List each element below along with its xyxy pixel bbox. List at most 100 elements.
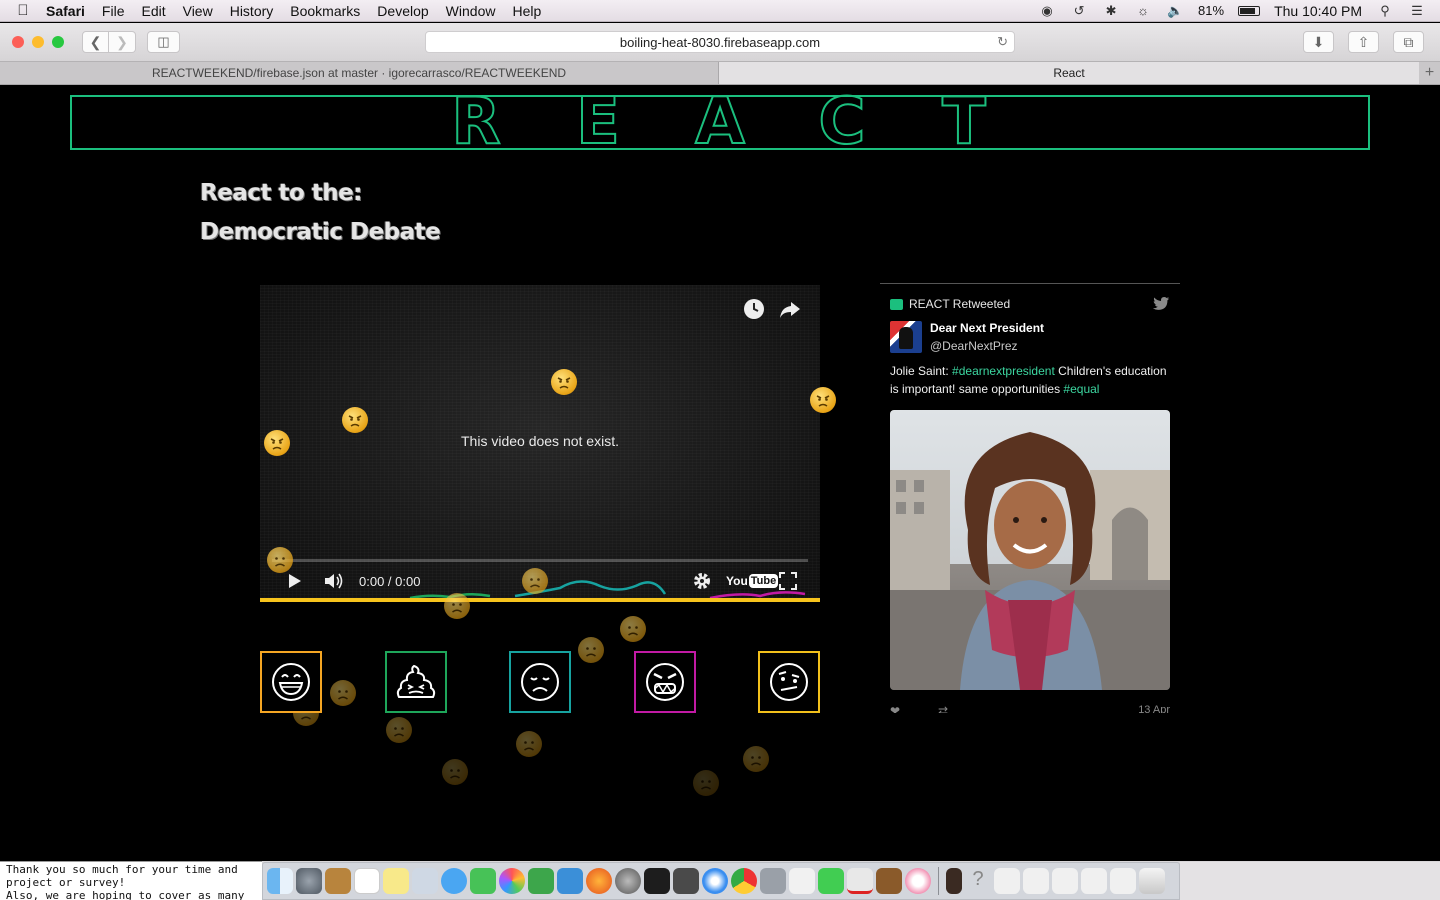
reload-icon[interactable]: ↻	[997, 34, 1008, 50]
tweet-date[interactable]: 13 Apr	[1138, 704, 1170, 713]
tweet-author-handle[interactable]: @DearNextPrez	[930, 339, 1018, 353]
react-poop-button[interactable]	[385, 651, 447, 713]
plus-icon: +	[1424, 64, 1435, 81]
itunes-icon[interactable]	[905, 868, 931, 894]
time-machine-icon[interactable]: ↺	[1070, 3, 1088, 18]
floating-sad-emoji	[620, 616, 646, 642]
folder-stack-icon[interactable]	[994, 868, 1020, 894]
tab-react[interactable]: React	[719, 62, 1419, 84]
launchpad-icon[interactable]	[296, 868, 322, 894]
keynote-icon[interactable]	[557, 868, 583, 894]
system-preferences-icon[interactable]	[615, 868, 641, 894]
desktop-background-right	[1180, 862, 1440, 900]
share-button[interactable]: ⇧	[1348, 31, 1379, 53]
clock[interactable]: Thu 10:40 PM	[1274, 3, 1362, 19]
skeptical-face-icon	[770, 663, 808, 701]
numbers-icon[interactable]	[528, 868, 554, 894]
retweet-badge-icon	[890, 298, 903, 310]
reaction-timeline-bar	[260, 598, 820, 602]
help-icon[interactable]: ?	[965, 868, 991, 894]
books-icon[interactable]	[876, 868, 902, 894]
messages-icon[interactable]	[441, 868, 467, 894]
qt-creator-icon[interactable]	[818, 868, 844, 894]
battery-icon[interactable]	[1238, 5, 1261, 16]
avatar[interactable]	[890, 321, 922, 353]
retweet-icon[interactable]: ⇄	[938, 704, 948, 713]
folder-stack-icon[interactable]	[1110, 868, 1136, 894]
trash-icon[interactable]	[1139, 868, 1165, 894]
terminal-line: Thank you so much for your time and	[6, 863, 238, 876]
notification-center-icon[interactable]: ☰	[1408, 3, 1426, 18]
forward-button[interactable]: ❯	[109, 31, 136, 53]
folder-stack-icon[interactable]	[1052, 868, 1078, 894]
hashtag-link[interactable]: #dearnextpresident	[952, 364, 1055, 378]
video-progress-track[interactable]	[272, 559, 808, 562]
react-skeptical-button[interactable]	[758, 651, 820, 713]
calendar-icon[interactable]	[354, 868, 380, 894]
notes-icon[interactable]	[383, 868, 409, 894]
phone-icon[interactable]	[946, 868, 962, 894]
menu-bookmarks[interactable]: Bookmarks	[290, 3, 360, 19]
new-tab-button[interactable]: +	[1419, 62, 1440, 84]
minimize-window-button[interactable]	[32, 36, 44, 48]
menu-help[interactable]: Help	[512, 3, 541, 19]
menu-develop[interactable]: Develop	[377, 3, 428, 19]
address-bar[interactable]: boiling-heat-8030.firebaseapp.com ↻	[425, 31, 1015, 53]
safari-icon[interactable]	[702, 868, 728, 894]
apple-menu-icon[interactable]: 	[0, 2, 46, 19]
terminal-icon[interactable]	[644, 868, 670, 894]
menu-app-name[interactable]: Safari	[46, 3, 85, 19]
floating-sad-emoji	[330, 680, 356, 706]
sad-face-icon	[521, 663, 559, 701]
tweet-text-prefix: Jolie Saint:	[890, 364, 953, 378]
utility-icon[interactable]	[760, 868, 786, 894]
twitter-bird-icon[interactable]	[1152, 296, 1170, 312]
menu-edit[interactable]: Edit	[141, 3, 165, 19]
contacts-icon[interactable]	[325, 868, 351, 894]
heart-icon[interactable]: ❤	[890, 704, 900, 713]
sublime-text-icon[interactable]	[673, 868, 699, 894]
tab-github[interactable]: REACTWEEKEND/firebase.json at master · i…	[0, 62, 719, 84]
sidebar-toggle-button[interactable]: ◫	[147, 31, 180, 53]
react-sad-button[interactable]	[509, 651, 571, 713]
tab-overview-button[interactable]: ⧉	[1393, 31, 1424, 53]
facetime-icon[interactable]	[470, 868, 496, 894]
creative-cloud-icon[interactable]: ◉	[1038, 3, 1056, 18]
preview-icon[interactable]	[412, 868, 438, 894]
video-player[interactable]: This video does not exist. 0:00 / 0:00 Y…	[260, 285, 820, 601]
volume-icon[interactable]: 🔈	[1166, 3, 1184, 18]
embedded-tweet[interactable]: REACT Retweeted Dear Next President @Dea…	[880, 283, 1180, 713]
wifi-icon[interactable]: ☼	[1134, 3, 1152, 18]
zoom-window-button[interactable]	[52, 36, 64, 48]
menu-view[interactable]: View	[183, 3, 213, 19]
spotlight-icon[interactable]: ⚲	[1376, 3, 1394, 18]
back-button[interactable]: ❮	[82, 31, 109, 53]
video-share-icon[interactable]	[778, 297, 802, 321]
react-logo: R E A C T	[72, 86, 1368, 159]
bluetooth-icon[interactable]: ✱	[1102, 3, 1120, 18]
menu-history[interactable]: History	[230, 3, 274, 19]
react-happy-button[interactable]	[260, 651, 322, 713]
firefox-icon[interactable]	[586, 868, 612, 894]
menu-window[interactable]: Window	[446, 3, 496, 19]
acrobat-icon[interactable]	[847, 868, 873, 894]
logo-letter-c: C	[818, 86, 867, 159]
watch-later-icon[interactable]	[742, 297, 766, 321]
hashtag-link[interactable]: #equal	[1063, 382, 1099, 396]
downloads-button[interactable]: ⬇	[1303, 31, 1334, 53]
tweet-author-name[interactable]: Dear Next President	[930, 321, 1044, 335]
sidebar-icon: ◫	[157, 34, 170, 49]
tweet-photo[interactable]	[890, 410, 1170, 690]
folder-stack-icon[interactable]	[1081, 868, 1107, 894]
floating-sad-emoji	[743, 746, 769, 772]
textedit-icon[interactable]	[789, 868, 815, 894]
close-window-button[interactable]	[12, 36, 24, 48]
photos-icon[interactable]	[499, 868, 525, 894]
dock: ?	[262, 862, 1180, 900]
finder-icon[interactable]	[267, 868, 293, 894]
chrome-icon[interactable]	[731, 868, 757, 894]
floating-sad-emoji	[267, 547, 293, 573]
folder-stack-icon[interactable]	[1023, 868, 1049, 894]
react-angry-button[interactable]	[634, 651, 696, 713]
menu-file[interactable]: File	[102, 3, 125, 19]
